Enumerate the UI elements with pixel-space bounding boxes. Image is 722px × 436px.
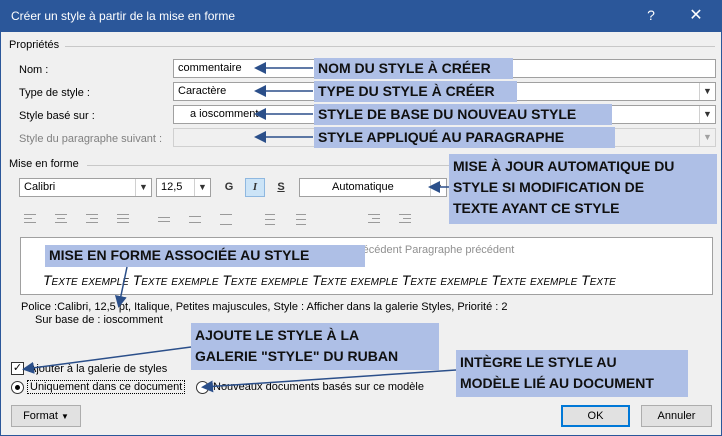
arrow-template <box>201 369 457 393</box>
callout-arrows <box>22 62 457 393</box>
create-style-dialog: Créer un style à partir de la mise en fo… <box>0 0 722 436</box>
arrow-format-assoc <box>114 266 128 308</box>
arrow-gallery <box>22 346 192 374</box>
